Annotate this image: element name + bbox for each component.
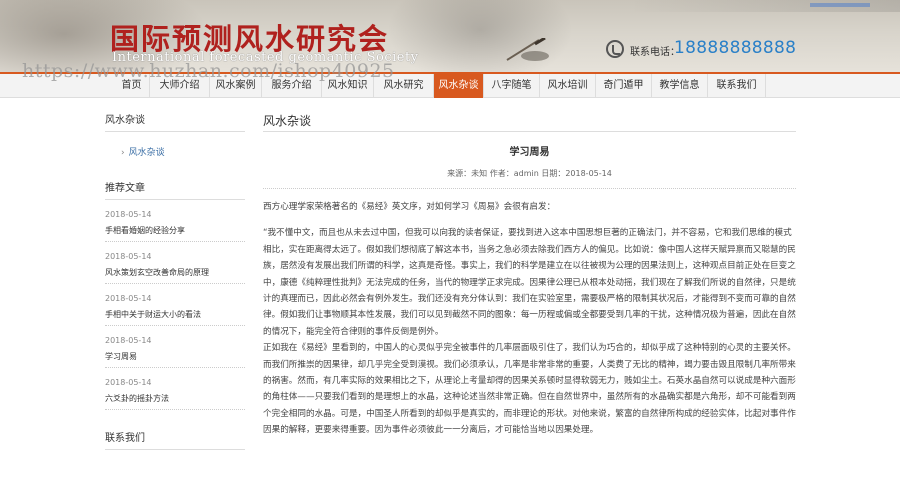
article-paragraph: “我不懂中文，而且也从未去过中国，但我可以向我的读者保证，要找到进入这本中国思想… [263, 228, 796, 337]
phone-number[interactable]: 18888888888 [674, 38, 796, 58]
sidebar-category-link-label: 风水杂谈 [128, 148, 165, 158]
phone-icon [606, 40, 624, 58]
header-top-mark [810, 3, 870, 7]
phone-label: 联系电话： [630, 47, 680, 58]
divider [263, 188, 796, 189]
article-paragraph: 正如我在《易经》里看到的，中国人的心灵似乎完全被事件的几率层面吸引住了，我们认为… [263, 343, 796, 436]
main-content: 风水杂谈 学习周易 来源：未知 作者：admin 日期：2018-05-14 西… [263, 110, 796, 439]
recommend-date: 2018-05-14 [105, 210, 152, 219]
recommend-item[interactable]: 2018-05-14 手相看婚姻的经验分享 [105, 209, 245, 242]
recommend-item[interactable]: 2018-05-14 风水策划玄空改善命局的原理 [105, 251, 245, 284]
section-title: 风水杂谈 [263, 110, 796, 132]
article-title: 学习周易 [509, 147, 550, 158]
sidebar-contact-heading[interactable]: 联系我们 [105, 428, 245, 450]
recommend-date: 2018-05-14 [105, 294, 152, 303]
brush-inkstone-icon [506, 38, 549, 61]
sidebar: 风水杂谈 › 风水杂谈 推荐文章 2018-05-14 手相看婚姻的经验分享 2018… [105, 110, 245, 450]
nav-item[interactable]: 八字随笔 [484, 74, 540, 98]
sidebar-category-heading: 风水杂谈 [105, 110, 245, 132]
recommend-title-link[interactable]: 手相中关于财运大小的看法 [105, 308, 245, 321]
article-body: 西方心理学家荣格著名的《易经》英文序，对如何学习《周易》会很有启发： “我不懂中… [263, 199, 796, 439]
recommend-item[interactable]: 2018-05-14 手相中关于财运大小的看法 [105, 293, 245, 326]
recommend-title-link[interactable]: 风水策划玄空改善命局的原理 [105, 266, 245, 279]
recommend-title-link[interactable]: 六爻卦的摇卦方法 [105, 392, 245, 405]
article-meta: 来源：未知 作者：admin 日期：2018-05-14 [447, 169, 612, 178]
sidebar-category-link[interactable]: › 风水杂谈 [121, 146, 245, 160]
divider [105, 367, 245, 368]
recommend-item[interactable]: 2018-05-14 学习周易 [105, 335, 245, 368]
nav-item[interactable]: 教学信息 [652, 74, 708, 98]
watermark-url: https://www.huzhan.com/ishop40925 [22, 60, 395, 82]
divider [105, 409, 245, 410]
nav-item[interactable]: 风水培训 [540, 74, 596, 98]
recommend-title-link[interactable]: 学习周易 [105, 350, 245, 363]
article-paragraph: 西方心理学家荣格著名的《易经》英文序，对如何学习《周易》会很有启发： [263, 202, 556, 212]
nav-item[interactable]: 联系我们 [708, 74, 766, 98]
divider [105, 241, 245, 242]
chevron-right-icon: › [121, 148, 125, 158]
divider [105, 325, 245, 326]
recommend-date: 2018-05-14 [105, 336, 152, 345]
nav-item[interactable]: 风水杂谈 [434, 74, 484, 98]
divider [105, 283, 245, 284]
recommend-date: 2018-05-14 [105, 378, 152, 387]
recommend-title-link[interactable]: 手相看婚姻的经验分享 [105, 224, 245, 237]
sidebar-recommend-heading: 推荐文章 [105, 178, 245, 200]
header-top-strip [0, 0, 900, 12]
recommend-date: 2018-05-14 [105, 252, 152, 261]
recommend-item[interactable]: 2018-05-14 六爻卦的摇卦方法 [105, 377, 245, 410]
recommend-list: 2018-05-14 手相看婚姻的经验分享 2018-05-14 风水策划玄空改善命局… [105, 209, 245, 410]
nav-item[interactable]: 奇门遁甲 [596, 74, 652, 98]
